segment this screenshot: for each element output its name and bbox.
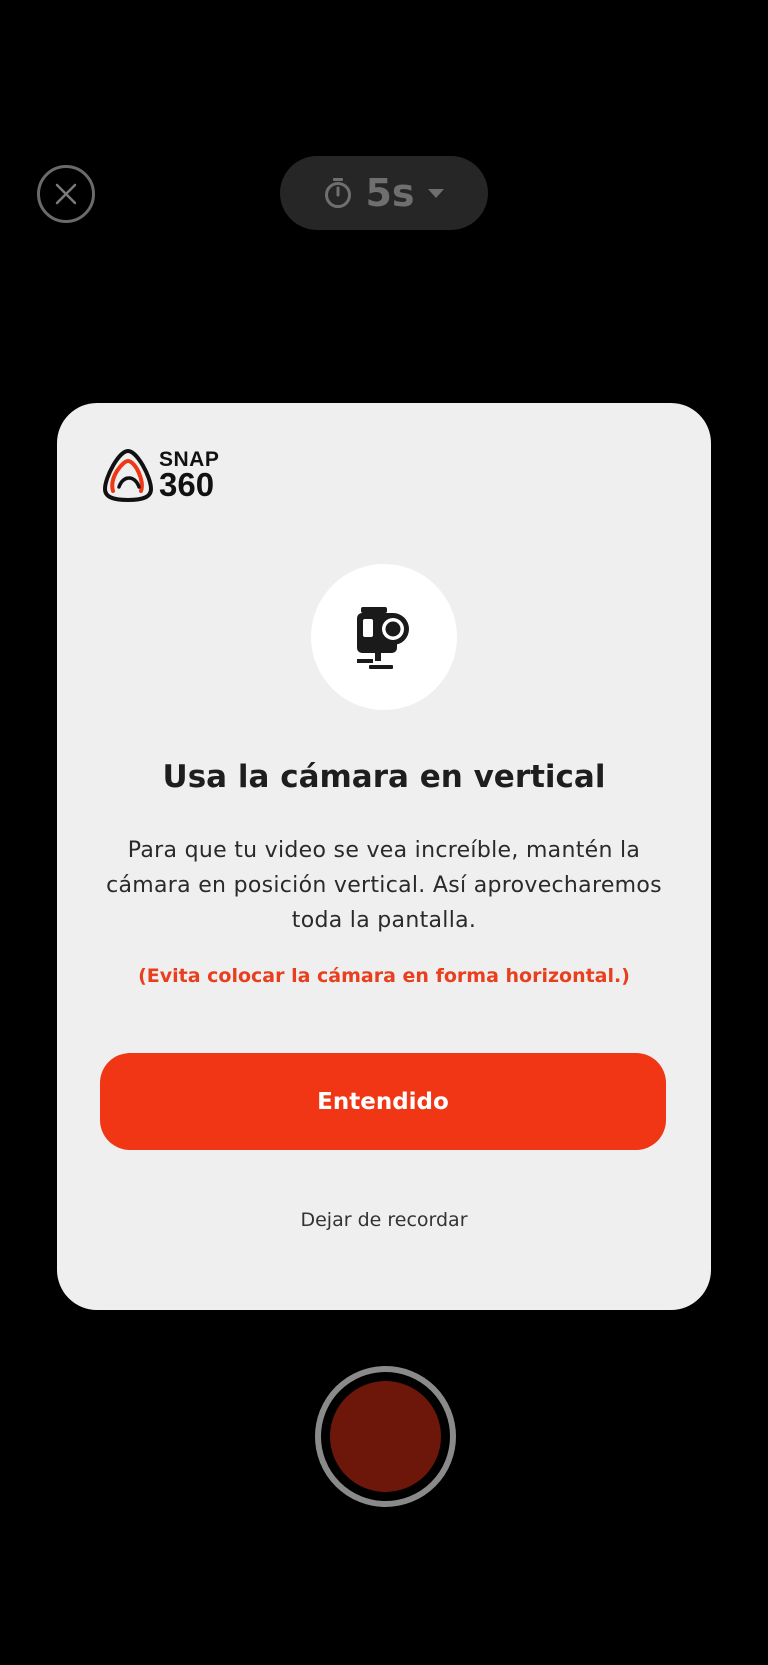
close-button[interactable] bbox=[37, 165, 95, 223]
snap360-logo: SNAP 360 bbox=[99, 447, 219, 503]
understood-button[interactable]: Entendido bbox=[100, 1053, 666, 1150]
snap360-logo-mark bbox=[102, 448, 154, 503]
action-camera-icon bbox=[357, 607, 409, 669]
modal-description: Para que tu video se vea increíble, mant… bbox=[106, 838, 662, 933]
record-button-fill bbox=[330, 1381, 441, 1492]
warning-text: (Evita colocar la cámara en forma horizo… bbox=[138, 965, 630, 987]
illustration bbox=[311, 564, 457, 710]
dont-remind-link[interactable]: Dejar de recordar bbox=[57, 1209, 711, 1231]
close-icon bbox=[55, 183, 77, 205]
logo-line2: 360 bbox=[159, 466, 215, 503]
timer-selector[interactable]: 5s bbox=[280, 156, 488, 230]
record-button[interactable] bbox=[315, 1366, 456, 1507]
stopwatch-icon bbox=[325, 178, 352, 208]
timer-value: 5s bbox=[365, 171, 415, 215]
orientation-tip-modal: SNAP 360 Usa la cámara en vertical Para … bbox=[57, 403, 711, 1310]
modal-title: Usa la cámara en vertical bbox=[162, 759, 606, 795]
caret-down-icon bbox=[427, 189, 444, 198]
